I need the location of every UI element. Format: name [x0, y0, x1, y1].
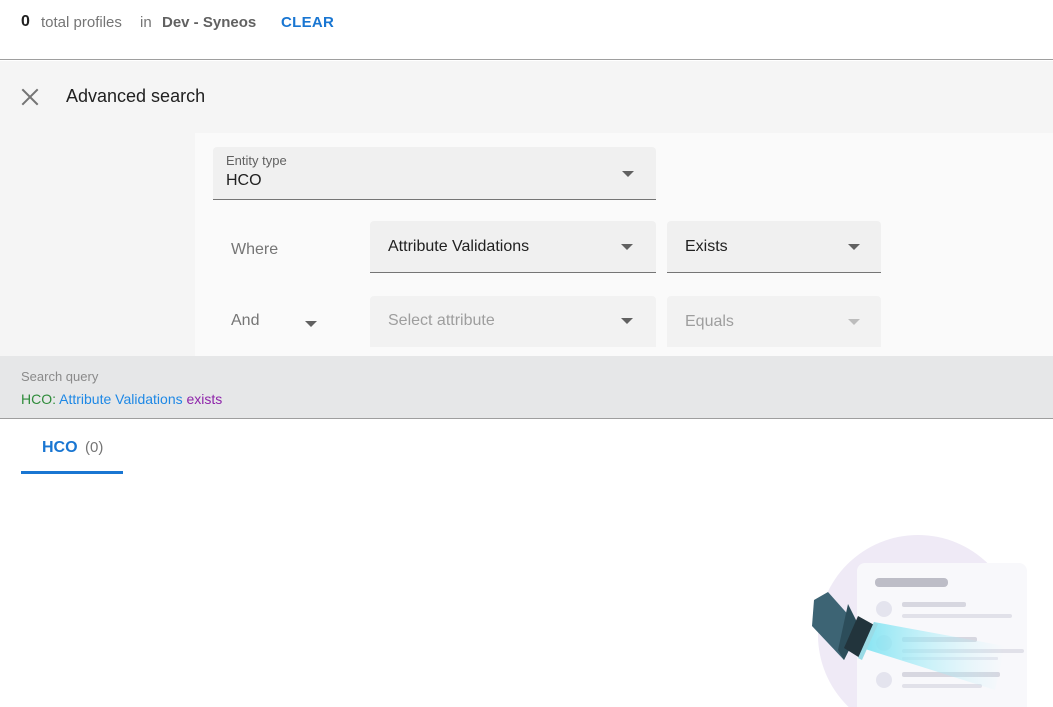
connector-select[interactable]: And: [219, 299, 329, 339]
clear-button[interactable]: CLEAR: [281, 14, 334, 31]
query-attribute: Attribute Validations: [59, 391, 183, 407]
profile-count: 0: [21, 13, 30, 30]
chevron-down-icon: [305, 321, 317, 327]
query-entity: HCO:: [21, 391, 56, 407]
advanced-search-title: Advanced search: [66, 86, 206, 106]
search-query-text: HCO: Attribute Validations exists: [21, 391, 222, 407]
chevron-down-icon: [621, 244, 633, 250]
tab-hco[interactable]: HCO (0): [21, 420, 123, 474]
chevron-down-icon: [848, 244, 860, 250]
operator-value: Exists: [685, 238, 728, 255]
search-query-bar: Search query HCO: Attribute Validations …: [0, 356, 1053, 419]
total-profiles-label: total profiles: [41, 14, 122, 31]
query-operator: exists: [186, 391, 223, 407]
tenant-name: Dev - Syneos: [162, 14, 257, 31]
operator-placeholder: Equals: [685, 313, 734, 330]
operator-select-disabled: Equals: [667, 296, 881, 347]
chevron-down-icon: [621, 318, 633, 324]
query-builder: Entity type HCO Where Attribute Validati…: [195, 133, 1053, 356]
entity-type-value: HCO: [226, 172, 262, 189]
entity-type-select[interactable]: Entity type HCO: [213, 147, 656, 200]
close-icon[interactable]: [18, 85, 42, 109]
attribute-placeholder: Select attribute: [388, 312, 495, 329]
advanced-search-panel: Advanced search Entity type HCO Where At…: [0, 61, 1053, 356]
operator-select[interactable]: Exists: [667, 221, 881, 273]
in-label: in: [140, 14, 152, 31]
attribute-select-empty[interactable]: Select attribute: [370, 296, 656, 347]
where-label: Where: [231, 241, 279, 258]
chevron-down-icon: [848, 319, 860, 325]
and-label: And: [231, 312, 260, 329]
tab-label: HCO: [42, 439, 78, 456]
attribute-select[interactable]: Attribute Validations: [370, 221, 656, 273]
attribute-value: Attribute Validations: [388, 238, 530, 255]
entity-type-label: Entity type: [226, 153, 287, 168]
empty-state-illustration: [800, 530, 1053, 707]
tab-count: (0): [85, 439, 104, 456]
results-header: 0 total profiles in Dev - Syneos CLEAR: [0, 0, 1053, 60]
chevron-down-icon: [622, 171, 634, 177]
search-query-title: Search query: [21, 369, 99, 384]
